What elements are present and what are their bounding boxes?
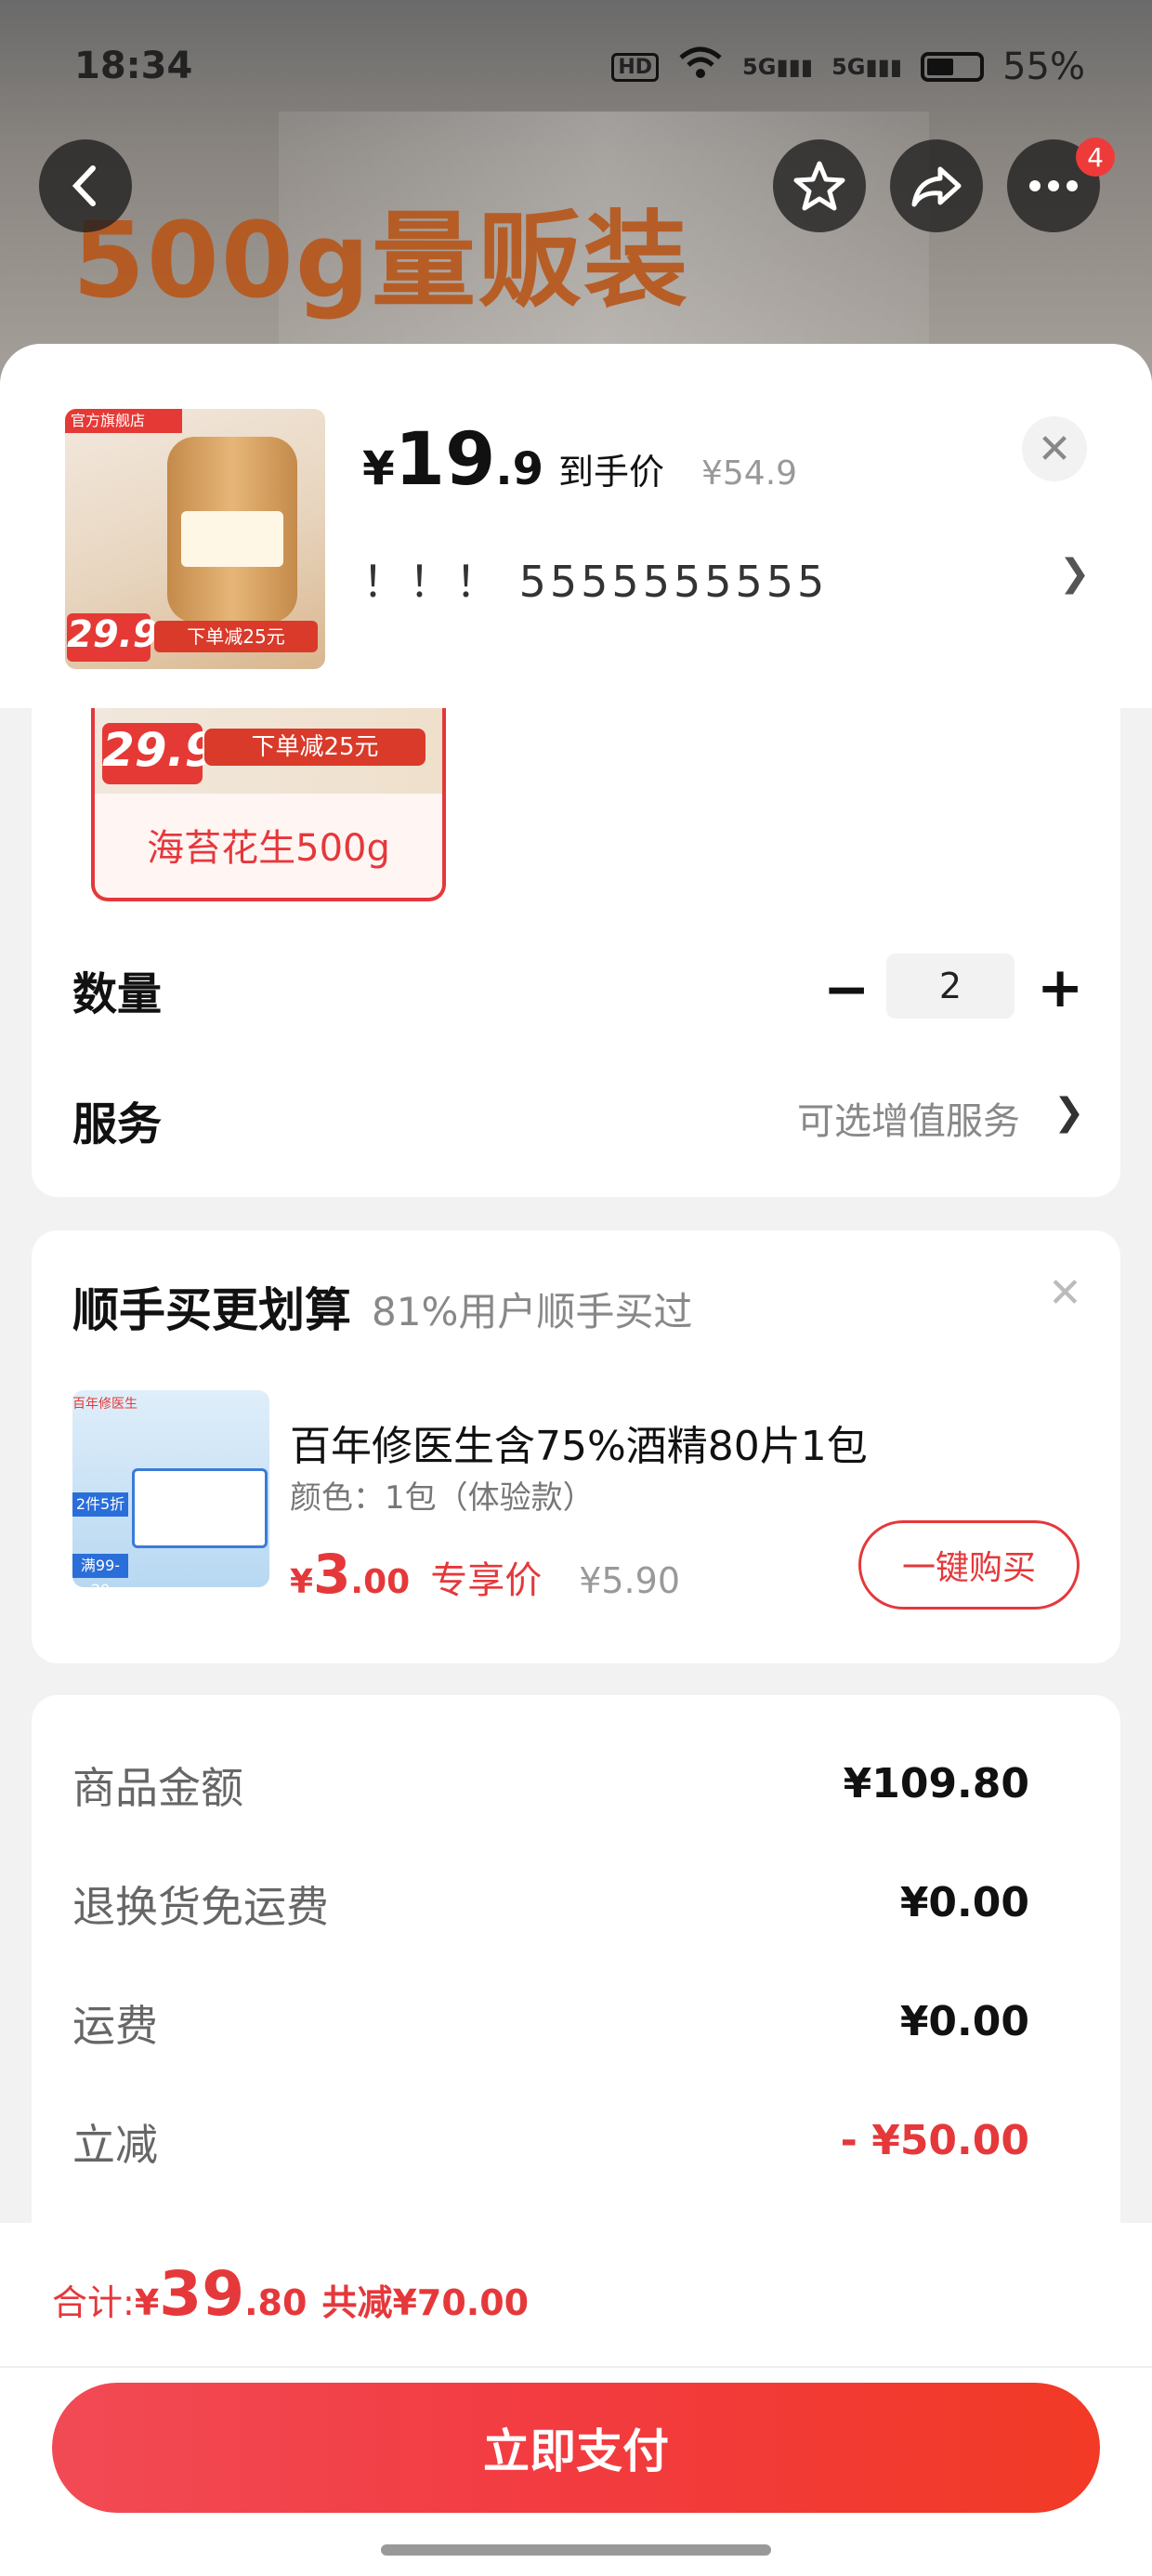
product-thumbnail[interactable]: 官方旗舰店 29.9 下单减25元 — [65, 409, 325, 669]
quantity-input[interactable]: 2 — [886, 953, 1015, 1019]
notification-badge: 4 — [1076, 138, 1115, 177]
summary-label: 商品金额 — [72, 1763, 243, 1813]
store-flag: 官方旗舰店 — [65, 409, 182, 433]
sku-ribbon: 下单减25元 — [204, 729, 425, 766]
divider — [0, 2366, 1152, 2368]
addon-thumb-chip: 2件5折 — [72, 1492, 128, 1517]
total-saved: 共减¥70.00 — [321, 2282, 530, 2323]
discount-value: - ¥50.00 — [840, 2117, 1029, 2164]
addon-thumb-chip: 满99-20 — [72, 1554, 128, 1587]
sku-label: 海苔花生500g — [147, 827, 390, 870]
summary-label: 运费 — [72, 2001, 158, 2051]
close-icon[interactable]: ✕ — [1048, 1269, 1082, 1317]
quantity-decrease-button[interactable]: − — [823, 957, 870, 1022]
price-decimal: .9 — [495, 443, 543, 495]
currency-symbol: ¥ — [134, 2282, 160, 2323]
chevron-right-icon[interactable]: ❯ — [1054, 1091, 1085, 1134]
addon-price: ¥ 3 .00 专享价 ¥5.90 — [290, 1543, 680, 1606]
addon-product-name[interactable]: 百年修医生含75%酒精80片1包 — [290, 1413, 868, 1472]
favorite-button[interactable] — [773, 139, 866, 232]
back-button[interactable] — [39, 139, 132, 232]
price-tag: 到手价 — [557, 452, 664, 493]
currency-symbol: ¥ — [290, 1563, 314, 1601]
home-indicator[interactable] — [381, 2544, 771, 2556]
addon-product-image[interactable]: 百年修医生 2件5折 满99-20 — [72, 1390, 269, 1587]
service-selector[interactable]: 可选增值服务 — [797, 1091, 1020, 1145]
signal-icon-1: 5G▮▮▮ — [742, 54, 814, 80]
one-click-buy-button[interactable]: 一键购买 — [858, 1520, 1080, 1610]
total-amount: 合计: ¥ 39 .80 共减¥70.00 — [52, 2258, 529, 2330]
price-decimal: .00 — [350, 1563, 411, 1601]
more-dots-icon — [1029, 180, 1078, 191]
summary-value: ¥109.80 — [843, 1760, 1029, 1807]
price-integer: 3 — [313, 1543, 351, 1606]
quantity-label: 数量 — [72, 968, 163, 1020]
currency-symbol: ¥ — [362, 441, 395, 495]
chevron-right-icon[interactable]: ❯ — [1059, 552, 1091, 595]
thumb-ribbon: 下单减25元 — [154, 621, 318, 652]
hd-icon: HD — [611, 52, 660, 82]
original-price: ¥5.90 — [579, 1560, 680, 1601]
status-icons: HD 5G▮▮▮ 5G▮▮▮ 55% — [611, 45, 1085, 89]
thumb-price: 29.9 — [67, 613, 159, 662]
addon-thumb-brand: 百年修医生 — [72, 1397, 137, 1412]
price-integer: 19 — [394, 418, 496, 502]
main-price: ¥ 19 .9 到手价 ¥54.9 — [362, 418, 797, 502]
total-label: 合计: — [52, 2282, 135, 2323]
summary-value: ¥0.00 — [899, 1879, 1029, 1926]
banner-title: 500g量贩装 — [72, 201, 689, 322]
service-label: 服务 — [72, 1098, 163, 1150]
star-icon — [793, 161, 845, 211]
sku-option-selected[interactable]: 29.9 下单减25元 海苔花生500g — [91, 708, 446, 901]
close-icon: ✕ — [1037, 425, 1072, 473]
status-time: 18:34 — [74, 45, 193, 87]
selected-spec[interactable]: ！！！ 5555555555 — [362, 548, 828, 610]
summary-label: 立减 — [72, 2120, 158, 2170]
wifi-icon — [677, 45, 724, 89]
chevron-left-icon — [72, 165, 96, 206]
addon-product-spec: 颜色：1包（体验款） — [290, 1479, 595, 1517]
battery-icon — [921, 52, 985, 82]
jar-label — [181, 511, 283, 567]
pay-now-button[interactable]: 立即支付 — [52, 2383, 1100, 2513]
addon-subtitle: 81%用户顺手买过 — [372, 1289, 693, 1334]
sku-price: 29.9 — [102, 723, 216, 784]
share-button[interactable] — [890, 139, 983, 232]
quantity-increase-button[interactable]: + — [1037, 955, 1083, 1020]
total-decimal: .80 — [244, 2282, 308, 2323]
original-price: ¥54.9 — [701, 454, 798, 493]
wipes-package — [132, 1468, 268, 1548]
summary-value: ¥0.00 — [899, 1998, 1029, 2045]
share-icon — [911, 166, 962, 207]
close-sheet-button[interactable]: ✕ — [1022, 416, 1087, 481]
total-integer: 39 — [159, 2258, 245, 2330]
signal-icon-2: 5G▮▮▮ — [831, 54, 903, 80]
price-tag: 专享价 — [430, 1559, 543, 1602]
summary-label: 退换货免运费 — [72, 1882, 329, 1932]
addon-title: 顺手买更划算 — [72, 1283, 351, 1337]
battery-percent: 55% — [1002, 46, 1085, 88]
